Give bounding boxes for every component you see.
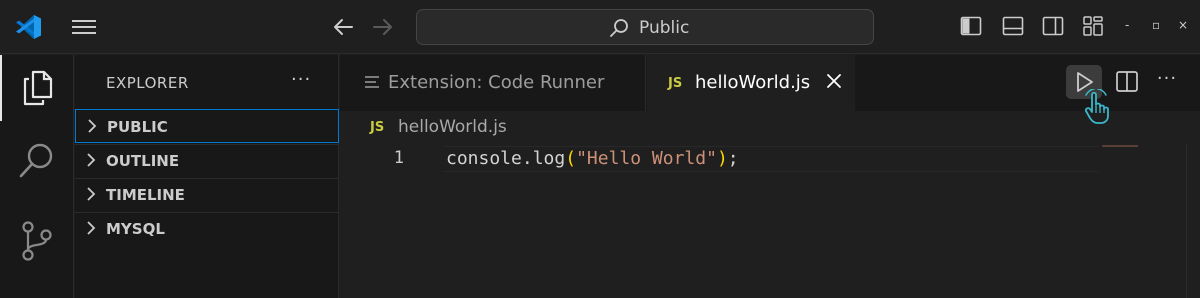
code-token-call: console.log [446, 148, 566, 169]
title-bar: Public - ▫ × [0, 0, 1200, 54]
command-center-search[interactable]: Public [416, 9, 874, 45]
vscode-logo-icon [16, 15, 41, 39]
sidebar-section-label: MYSQL [106, 220, 165, 238]
files-icon [23, 70, 53, 106]
chevron-right-icon [87, 153, 96, 167]
activity-bar [0, 55, 74, 298]
editor-area: Extension: Code Runner JS helloWorld.js … [340, 55, 1200, 298]
customize-layout-icon[interactable] [1082, 15, 1104, 37]
js-file-icon: JS [668, 76, 683, 91]
sidebar-title: EXPLORER [106, 74, 189, 92]
activity-source-control[interactable] [0, 205, 74, 271]
vertical-scrollbar[interactable] [1186, 143, 1200, 298]
search-icon [610, 19, 628, 37]
code-token-string: "Hello World" [576, 148, 717, 169]
code-token-paren-close: ) [716, 148, 728, 169]
split-editor-icon [1116, 71, 1138, 92]
code-token-paren-open: ( [565, 148, 577, 169]
code-content[interactable]: console.log("Hello World"); [446, 148, 739, 169]
search-text: Public [639, 18, 690, 38]
editor-tabs: Extension: Code Runner JS helloWorld.js … [340, 55, 1200, 124]
chevron-right-icon [87, 221, 96, 235]
restore-button[interactable]: ▫ [1152, 18, 1160, 32]
code-line[interactable]: 1 console.log("Hello World"); [340, 146, 1100, 172]
close-icon[interactable] [823, 69, 845, 93]
sidebar-more-actions[interactable]: ··· [291, 69, 311, 90]
close-window-button[interactable]: × [1178, 18, 1188, 32]
back-arrow-icon[interactable] [330, 15, 356, 39]
menu-icon[interactable] [70, 16, 98, 38]
editor-more-actions[interactable]: ··· [1152, 65, 1182, 99]
minimap[interactable] [1102, 145, 1138, 147]
tab-label: helloWorld.js [695, 72, 811, 93]
line-number: 1 [393, 148, 404, 168]
sidebar-section-label: TIMELINE [106, 186, 185, 204]
pointer-cursor-icon [1084, 89, 1109, 124]
tab-label: Extension: Code Runner [388, 72, 605, 93]
toggle-secondary-sidebar-icon[interactable] [1042, 15, 1064, 37]
source-control-icon [22, 221, 52, 261]
sidebar-section-outline[interactable]: OUTLINE [75, 144, 339, 178]
sidebar-section-label: OUTLINE [106, 152, 180, 170]
sidebar-section-timeline[interactable]: TIMELINE [75, 178, 339, 212]
sidebar-section-public[interactable]: PUBLIC [75, 109, 339, 143]
toggle-panel-icon[interactable] [1002, 15, 1024, 37]
breadcrumb-file: helloWorld.js [398, 117, 507, 137]
lines-icon [365, 76, 379, 88]
forward-arrow-icon [373, 19, 392, 35]
explorer-sidebar: EXPLORER ··· PUBLIC OUTLINE TIMELINE MYS… [75, 55, 339, 298]
chevron-right-icon [87, 187, 96, 201]
js-file-icon: JS [370, 120, 385, 135]
search-icon [19, 143, 53, 178]
chevron-right-icon [88, 119, 97, 133]
activity-search[interactable] [0, 127, 74, 193]
code-token-semicolon: ; [727, 148, 739, 169]
activity-explorer[interactable] [0, 55, 74, 121]
split-editor-button[interactable] [1112, 65, 1142, 99]
tab-helloworld-js[interactable]: JS helloWorld.js [647, 55, 855, 111]
sidebar-section-label: PUBLIC [107, 118, 168, 136]
sidebar-section-mysql[interactable]: MYSQL [75, 212, 339, 246]
toggle-primary-sidebar-icon[interactable] [960, 15, 982, 37]
minimize-button[interactable]: - [1125, 18, 1129, 32]
tab-extension-code-runner[interactable]: Extension: Code Runner [340, 55, 646, 111]
